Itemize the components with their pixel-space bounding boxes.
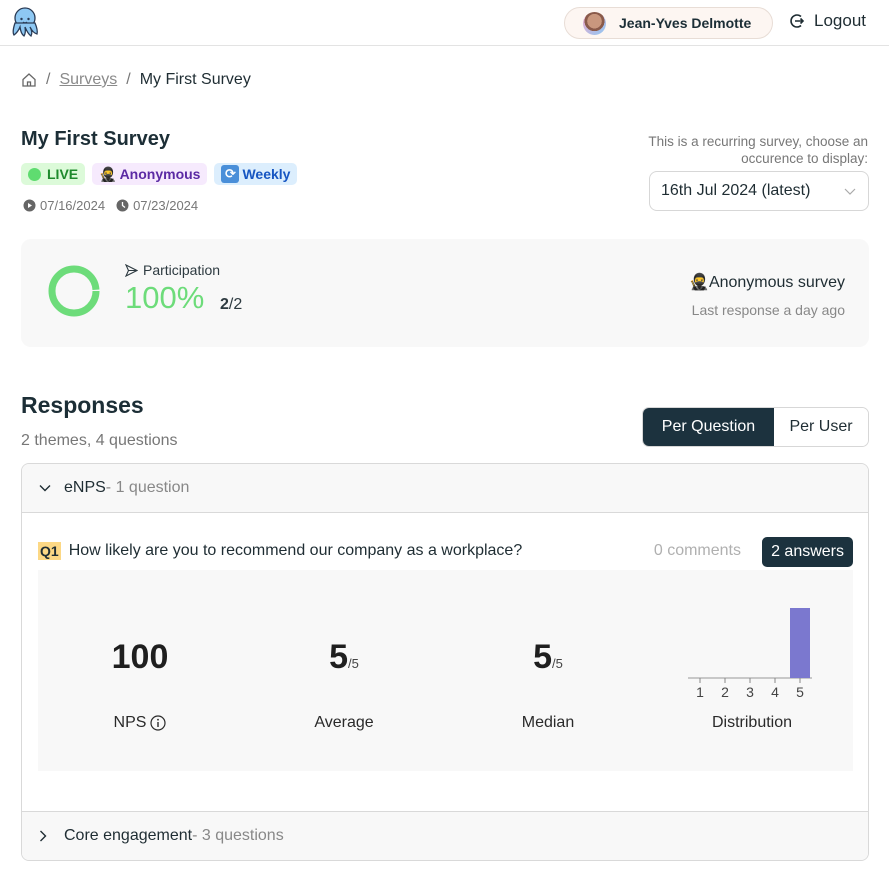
- nps-value: 100: [111, 638, 169, 676]
- median-value: 5/5: [446, 638, 650, 677]
- ninja-icon: 🥷: [689, 274, 709, 291]
- chevron-right-icon: [39, 830, 51, 842]
- distribution-stat: 1 2 3 4 5 Distribution: [650, 570, 854, 771]
- avatar: [583, 11, 606, 35]
- anonymous-badge-label: Anonymous: [119, 166, 201, 182]
- participation-card: Participation 100% 2/2 🥷Anonymous survey…: [21, 239, 869, 347]
- octopus-logo-icon[interactable]: [10, 6, 40, 38]
- info-icon[interactable]: [150, 715, 167, 731]
- themes-accordion: eNPS - 1 question Q1 How likely are you …: [21, 463, 869, 861]
- theme-name: Core engagement: [64, 827, 193, 844]
- theme-header-enps[interactable]: eNPS - 1 question: [22, 464, 868, 513]
- distribution-label: Distribution: [711, 714, 793, 731]
- participation-count: 2/2: [220, 296, 242, 314]
- nps-label: NPS: [38, 714, 242, 732]
- chevron-down-icon: [39, 484, 51, 492]
- live-dot-icon: [28, 167, 41, 181]
- theme-question-count: - 1 question: [105, 479, 190, 496]
- breadcrumb-separator: /: [46, 71, 51, 88]
- live-badge-label: LIVE: [47, 166, 79, 182]
- average-value: 5/5: [242, 638, 446, 677]
- end-date: 07/23/2024: [133, 198, 199, 213]
- theme-name: eNPS: [64, 479, 106, 496]
- breadcrumb: / Surveys / My First Survey: [21, 71, 251, 89]
- survey-dates: 07/16/2024 07/23/2024: [23, 198, 209, 213]
- page-title: My First Survey: [21, 128, 170, 150]
- occurrence-selected-value: 16th Jul 2024 (latest): [661, 182, 811, 199]
- participation-ring: [48, 265, 100, 317]
- nps-stat: 100 NPS: [38, 570, 242, 771]
- comments-tab[interactable]: 0 comments: [654, 542, 741, 560]
- recurring-note: This is a recurring survey, choose an oc…: [648, 134, 868, 166]
- distribution-tick-label: 2: [721, 684, 729, 700]
- median-stat: 5/5 Median: [446, 570, 650, 771]
- median-number: 5: [533, 638, 553, 676]
- distribution-tick-label: 3: [746, 684, 754, 700]
- distribution-bar-5: [790, 608, 810, 678]
- theme-header-core-engagement[interactable]: Core engagement - 3 questions: [22, 811, 868, 860]
- answers-tab[interactable]: 2 answers: [762, 537, 853, 567]
- anonymous-survey-text: Anonymous survey: [708, 274, 845, 291]
- question-row: Q1 How likely are you to recommend our c…: [38, 537, 853, 567]
- breadcrumb-separator: /: [126, 71, 131, 88]
- responses-title: Responses: [21, 392, 144, 418]
- question-text: How likely are you to recommend our comp…: [68, 542, 523, 559]
- anonymous-badge: 🥷 Anonymous: [92, 163, 208, 185]
- breadcrumb-current: My First Survey: [139, 71, 251, 88]
- logout-button[interactable]: Logout: [789, 11, 866, 31]
- average-suffix: /5: [348, 656, 359, 671]
- chevron-down-icon: [844, 188, 856, 195]
- ninja-icon: 🥷: [99, 165, 117, 182]
- per-question-tab[interactable]: Per Question: [643, 408, 774, 446]
- clock-icon: [116, 199, 129, 212]
- average-stat: 5/5 Average: [242, 570, 446, 771]
- distribution-tick-label: 4: [771, 684, 779, 700]
- weekly-badge: ⟳ Weekly: [214, 163, 298, 185]
- per-user-tab[interactable]: Per User: [774, 408, 868, 446]
- median-suffix: /5: [552, 656, 563, 671]
- total-count: /2: [228, 296, 243, 313]
- view-toggle: Per Question Per User: [642, 407, 869, 447]
- participation-ring-arc: [48, 265, 100, 317]
- start-date: 07/16/2024: [40, 198, 106, 213]
- participation-label: Participation: [125, 262, 220, 278]
- user-name: Jean-Yves Delmotte: [619, 15, 752, 31]
- top-bar: Jean-Yves Delmotte Logout: [0, 0, 889, 46]
- play-icon: [23, 199, 36, 212]
- repeat-icon: ⟳: [221, 165, 240, 183]
- responded-count: 2: [220, 296, 229, 313]
- participation-percent: 100%: [125, 280, 205, 315]
- last-response: Last response a day ago: [691, 302, 845, 318]
- distribution-chart: 1 2 3 4 5: [688, 608, 812, 700]
- logout-icon: [790, 14, 805, 28]
- median-label: Median: [521, 714, 575, 731]
- live-badge: LIVE: [21, 163, 86, 185]
- user-profile-chip[interactable]: Jean-Yves Delmotte: [564, 7, 773, 39]
- theme-question-count: - 3 questions: [192, 827, 284, 844]
- distribution-tick-label: 1: [696, 684, 704, 700]
- average-label: Average: [314, 714, 374, 731]
- weekly-badge-label: Weekly: [242, 166, 291, 182]
- survey-badges: LIVE 🥷 Anonymous ⟳ Weekly: [21, 163, 298, 185]
- logout-label: Logout: [814, 11, 866, 30]
- average-number: 5: [329, 638, 349, 676]
- question-stats: 100 NPS 5/5 Average 5/5 Median 1 2 3 4 5 Dis…: [38, 570, 853, 771]
- nps-label-text: NPS: [113, 714, 147, 731]
- participation-label-text: Participation: [143, 262, 221, 278]
- distribution-tick-label: 5: [796, 684, 804, 700]
- occurrence-select[interactable]: 16th Jul 2024 (latest): [649, 171, 869, 211]
- send-icon: [125, 263, 138, 277]
- question-number: Q1: [38, 542, 61, 560]
- anonymous-survey-label: 🥷Anonymous survey: [689, 272, 845, 292]
- breadcrumb-surveys-link[interactable]: Surveys: [59, 71, 117, 89]
- home-icon[interactable]: [21, 72, 37, 88]
- responses-subtitle: 2 themes, 4 questions: [21, 432, 178, 449]
